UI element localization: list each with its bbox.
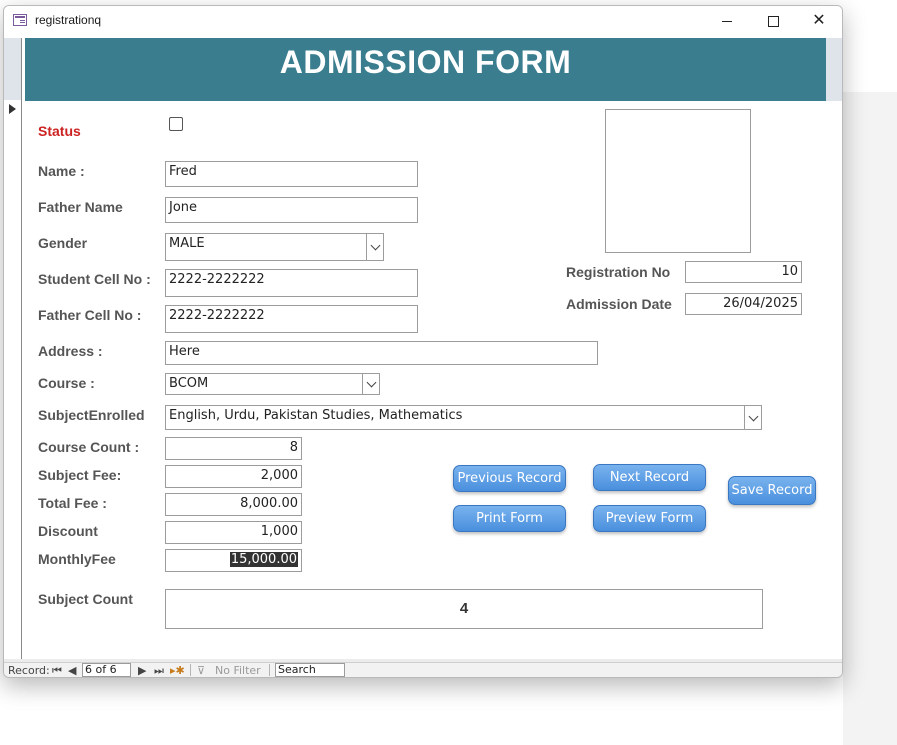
chevron-down-icon	[366, 377, 376, 388]
preview-form-button[interactable]: Preview Form	[593, 505, 706, 532]
address-label: Address :	[38, 343, 103, 359]
gender-value: MALE	[169, 236, 205, 251]
search-input[interactable]: Search	[275, 663, 345, 677]
course-value: BCOM	[169, 376, 209, 391]
previous-record-icon[interactable]: ◀	[68, 664, 76, 677]
selector-header	[4, 38, 21, 100]
record-label: Record:	[8, 664, 50, 677]
subject-enrolled-select[interactable]: English, Urdu, Pakistan Studies, Mathema…	[165, 405, 762, 430]
previous-record-button[interactable]: Previous Record	[453, 465, 566, 492]
subject-fee-input[interactable]: 2,000	[165, 465, 302, 488]
first-record-icon[interactable]: ⏮	[52, 664, 62, 677]
father-name-input[interactable]: Jone	[165, 197, 418, 223]
subject-fee-label: Subject Fee:	[38, 467, 122, 483]
father-cell-label: Father Cell No :	[38, 307, 142, 323]
record-navigation-bar: Record: ⏮ ◀ 6 of 6 ▶ ⏭ ▸✱ ⊽ No Filter Se…	[4, 662, 842, 677]
last-record-icon[interactable]: ⏭	[154, 664, 164, 677]
name-label: Name :	[38, 163, 85, 179]
subject-count-value[interactable]: 4	[165, 589, 763, 629]
subject-enrolled-label: SubjectEnrolled	[38, 407, 145, 423]
father-cell-input[interactable]: 2222-2222222	[165, 305, 418, 333]
monthly-fee-input[interactable]: 15,000.00	[165, 549, 302, 572]
new-record-icon[interactable]: ▸✱	[170, 664, 185, 677]
course-dropdown-button[interactable]	[362, 374, 379, 394]
close-button[interactable]: ✕	[796, 6, 842, 36]
course-label: Course :	[38, 375, 95, 391]
form-icon	[13, 14, 27, 26]
filter-icon[interactable]: ⊽	[197, 664, 205, 677]
discount-input[interactable]: 1,000	[165, 521, 302, 544]
nav-separator	[269, 664, 270, 676]
discount-label: Discount	[38, 523, 98, 539]
background-panel	[843, 92, 897, 745]
student-cell-label: Student Cell No :	[38, 271, 151, 287]
subject-enrolled-value: English, Urdu, Pakistan Studies, Mathema…	[169, 408, 463, 423]
status-checkbox[interactable]	[169, 117, 183, 131]
print-form-button[interactable]: Print Form	[453, 505, 566, 532]
background-strip	[843, 0, 897, 92]
subject-enrolled-dropdown-button[interactable]	[744, 406, 761, 429]
chevron-down-icon	[748, 411, 758, 421]
registration-no-label: Registration No	[566, 264, 671, 280]
chevron-down-icon	[370, 240, 380, 251]
admission-date-label: Admission Date	[566, 296, 672, 312]
monthly-fee-selected-value: 15,000.00	[229, 552, 298, 567]
status-label: Status	[38, 123, 81, 139]
student-cell-input[interactable]: 2222-2222222	[165, 269, 418, 297]
window-title: registrationq	[35, 13, 102, 27]
course-count-input[interactable]: 8	[165, 437, 302, 460]
address-input[interactable]: Here	[165, 341, 598, 365]
no-filter-label[interactable]: No Filter	[215, 664, 261, 677]
gender-dropdown-button[interactable]	[366, 234, 383, 260]
minimize-button[interactable]	[704, 6, 750, 36]
maximize-button[interactable]	[750, 6, 796, 36]
title-bar[interactable]: registrationq ✕	[4, 6, 842, 36]
maximize-icon	[767, 15, 779, 27]
form-header: ADMISSION FORM	[25, 38, 826, 101]
name-input[interactable]: Fred	[165, 161, 418, 187]
nav-separator	[190, 664, 191, 676]
form-window: registrationq ✕ ADMISSION FORM Status Na…	[3, 5, 843, 678]
total-fee-label: Total Fee :	[38, 495, 107, 511]
father-name-label: Father Name	[38, 199, 123, 215]
next-record-icon[interactable]: ▶	[138, 664, 146, 677]
gender-select[interactable]: MALE	[165, 233, 384, 261]
admission-date-input[interactable]: 26/04/2025	[685, 293, 802, 315]
student-photo-frame[interactable]	[605, 109, 751, 253]
save-record-button[interactable]: Save Record	[728, 476, 816, 505]
minimize-icon	[722, 20, 732, 22]
monthly-fee-label: MonthlyFee	[38, 551, 116, 567]
close-icon: ✕	[812, 12, 826, 29]
header-edge	[826, 38, 842, 101]
gender-label: Gender	[38, 235, 88, 251]
next-record-button[interactable]: Next Record	[593, 464, 706, 491]
total-fee-input[interactable]: 8,000.00	[165, 493, 302, 516]
course-count-label: Course Count :	[38, 439, 140, 455]
registration-no-input[interactable]: 10	[685, 261, 802, 283]
course-select[interactable]: BCOM	[165, 373, 380, 395]
subject-count-label: Subject Count	[38, 591, 133, 607]
record-selector-column[interactable]	[4, 38, 22, 661]
form-title: ADMISSION FORM	[279, 44, 572, 80]
record-selector-arrow-icon	[9, 104, 16, 114]
record-position-input[interactable]: 6 of 6	[82, 663, 131, 677]
